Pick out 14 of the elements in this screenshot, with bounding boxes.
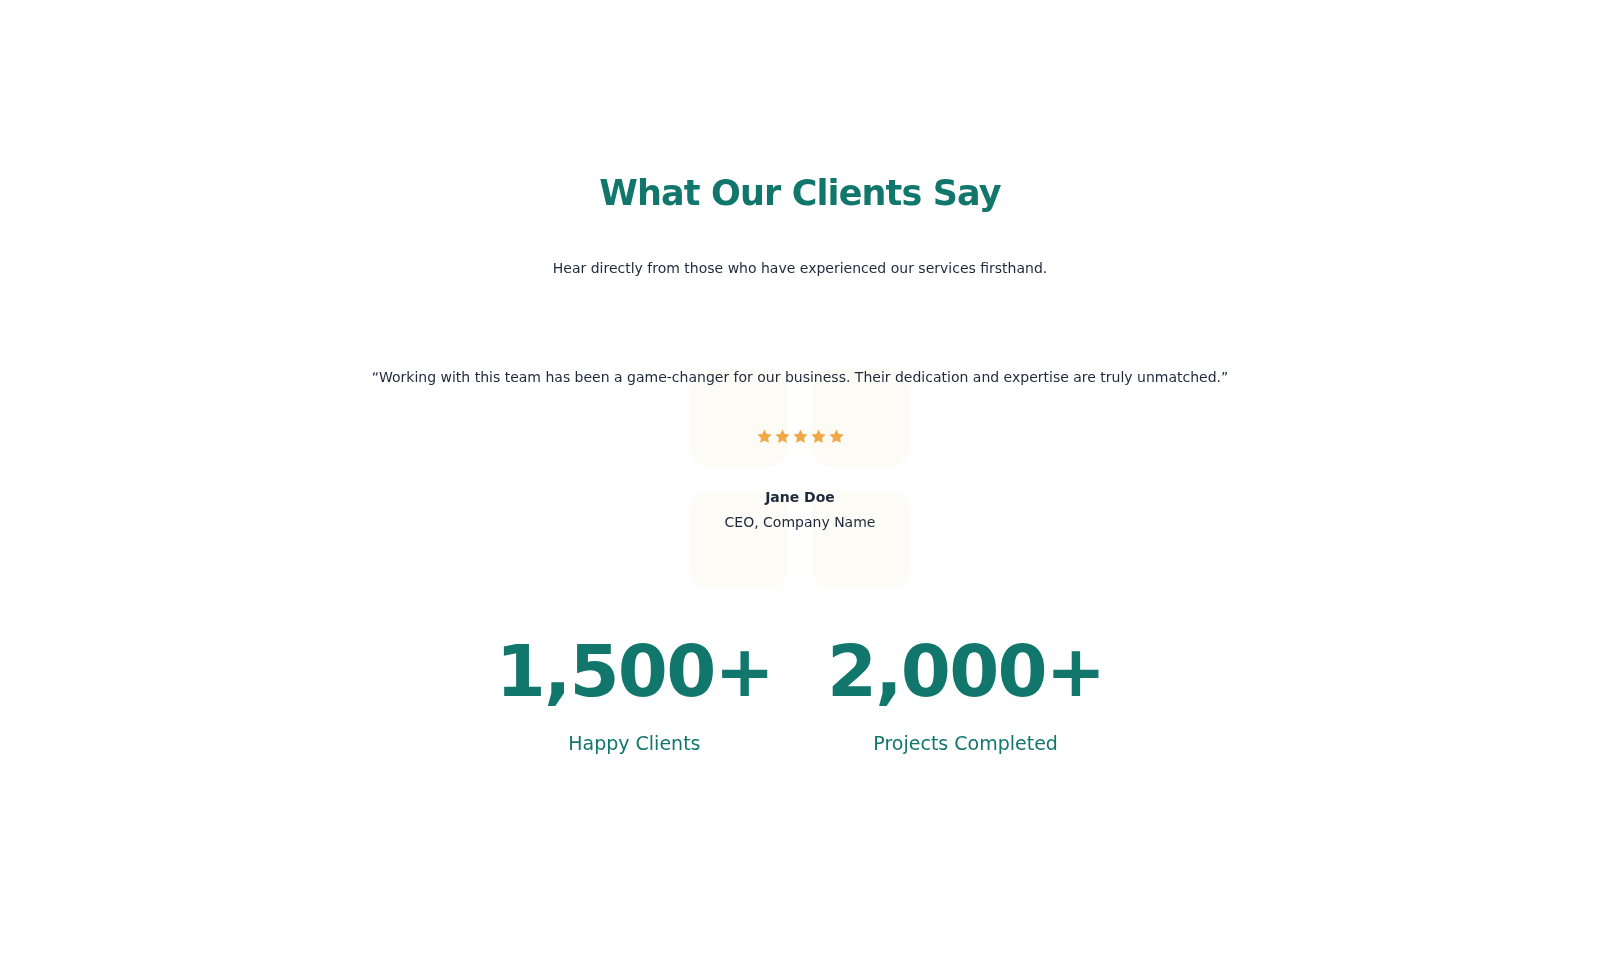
section-subtitle: Hear directly from those who have experienced our services firsthand. [552,258,1048,278]
section-title: What Our Clients Say [599,172,1001,215]
stat-label: Happy Clients [568,730,701,756]
stat-value: 2,000+ [827,634,1105,707]
star-icon [755,427,773,445]
stat-value: 1,500+ [495,634,773,707]
author-role: CEO, Company Name [724,512,876,532]
star-icon [791,427,809,445]
star-icon [809,427,827,445]
star-icon [773,427,791,445]
star-icon [827,427,845,445]
stat-label: Projects Completed [873,730,1058,756]
testimonial-quote: “Working with this team has been a game-changer for our business. Their dedication and expertise are truly unmatched.” [371,367,1229,387]
author-name: Jane Doe [765,487,835,507]
